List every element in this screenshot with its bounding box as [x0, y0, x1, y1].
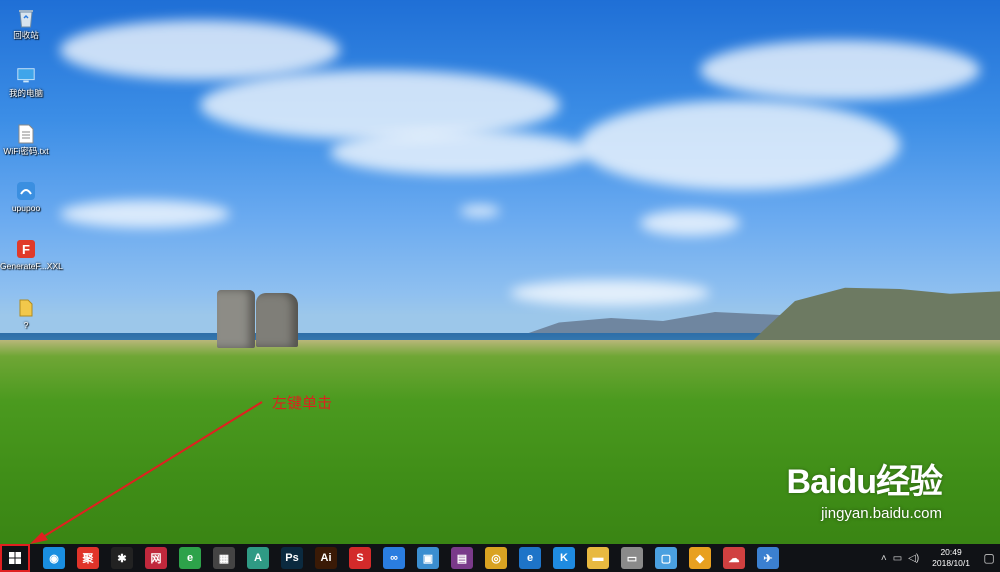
clock[interactable]: 20:49 2018/10/1	[932, 547, 970, 569]
notification-center-icon[interactable]: ▢	[978, 547, 1000, 569]
chevron-up-icon[interactable]: ˄	[881, 553, 887, 564]
taskbar: ◉ 聚 ✱ 网 e ▦ A Ps Ai S ∞ ▣ ▤ ◎ e K ▬ ▭ ▢ ◆ ☁ ✈ ˄ ▭ ◁) 20:49 20…	[0, 544, 1000, 572]
taskbar-app-shield-icon[interactable]: ◆	[689, 547, 711, 569]
desktop-wallpaper: 回收站 我的电脑 WiFi密码.txt upupoo F GenerateF..…	[0, 0, 1000, 544]
baidu-logo: Baidu经验	[786, 463, 943, 501]
start-button[interactable]	[0, 544, 30, 572]
taskbar-app-remote-desktop-icon[interactable]: ▣	[417, 547, 439, 569]
taskbar-app-store-icon[interactable]: ▢	[655, 547, 677, 569]
windows-logo-icon	[9, 552, 21, 564]
baidu-jingyan-watermark: Baidu经验 jingyan.baidu.com	[786, 454, 943, 522]
taskbar-app-cloud-red-icon[interactable]: ☁	[723, 547, 745, 569]
taskbar-app-file-explorer-icon[interactable]: ▬	[587, 547, 609, 569]
network-icon[interactable]: ▭	[893, 553, 902, 564]
clock-date: 2018/10/1	[932, 558, 970, 568]
taskbar-app-calculator-icon[interactable]: ▦	[213, 547, 235, 569]
taskbar-app-360-browser-icon[interactable]: e	[179, 547, 201, 569]
taskbar-app-list: ◉ 聚 ✱ 网 e ▦ A Ps Ai S ∞ ▣ ▤ ◎ e K ▬ ▭ ▢ ◆ ☁ ✈	[37, 547, 785, 569]
taskbar-app-winrar-icon[interactable]: ▤	[451, 547, 473, 569]
taskbar-app-illustrator-icon[interactable]: Ai	[315, 547, 337, 569]
taskbar-app-blue-cloud-icon[interactable]: ◉	[43, 547, 65, 569]
watermark-url: jingyan.baidu.com	[821, 505, 942, 522]
clock-time: 20:49	[940, 547, 962, 557]
taskbar-app-baidu-netdisk-icon[interactable]: ∞	[383, 547, 405, 569]
taskbar-app-kuaibo-icon[interactable]: 聚	[77, 547, 99, 569]
system-tray: ˄ ▭ ◁) 20:49 2018/10/1 ▢	[878, 544, 1000, 572]
taskbar-app-printer-icon[interactable]: ▭	[621, 547, 643, 569]
taskbar-app-chrome-icon[interactable]: ◎	[485, 547, 507, 569]
taskbar-app-thunder-icon[interactable]: ✈	[757, 547, 779, 569]
volume-icon[interactable]: ◁)	[908, 553, 919, 564]
taskbar-app-red-circle-icon[interactable]: 网	[145, 547, 167, 569]
taskbar-app-wps-icon[interactable]: S	[349, 547, 371, 569]
taskbar-app-penguin-icon[interactable]: ✱	[111, 547, 133, 569]
taskbar-app-kugou-icon[interactable]: K	[553, 547, 575, 569]
taskbar-app-green-doc-icon[interactable]: A	[247, 547, 269, 569]
taskbar-app-edge-icon[interactable]: e	[519, 547, 541, 569]
taskbar-app-photoshop-icon[interactable]: Ps	[281, 547, 303, 569]
